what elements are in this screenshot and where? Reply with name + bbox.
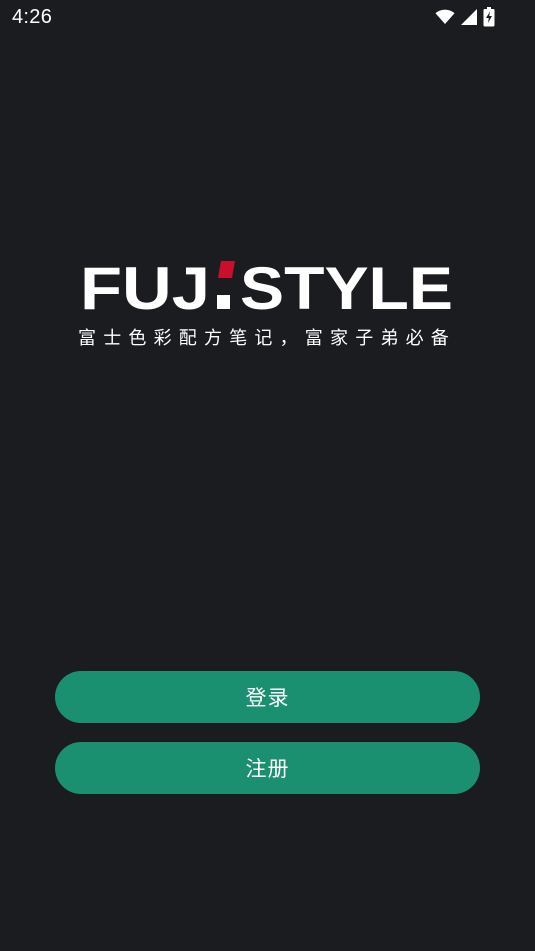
logo-i-mark <box>217 261 235 309</box>
register-button[interactable]: 注册 <box>55 742 480 794</box>
logo-text-left: FUJ <box>80 256 210 316</box>
status-time: 4:26 <box>12 6 53 28</box>
fujistyle-logo: FUJ STYLE <box>80 256 455 316</box>
wifi-icon <box>435 9 455 25</box>
tagline: 富士色彩配方笔记，富家子弟必备 <box>78 328 456 348</box>
status-icons <box>435 7 495 27</box>
logo-text-right: STYLE <box>240 256 453 316</box>
cell-signal-icon <box>460 8 478 26</box>
status-bar: 4:26 <box>0 0 535 36</box>
login-button[interactable]: 登录 <box>55 671 480 723</box>
battery-charging-icon <box>483 7 495 27</box>
